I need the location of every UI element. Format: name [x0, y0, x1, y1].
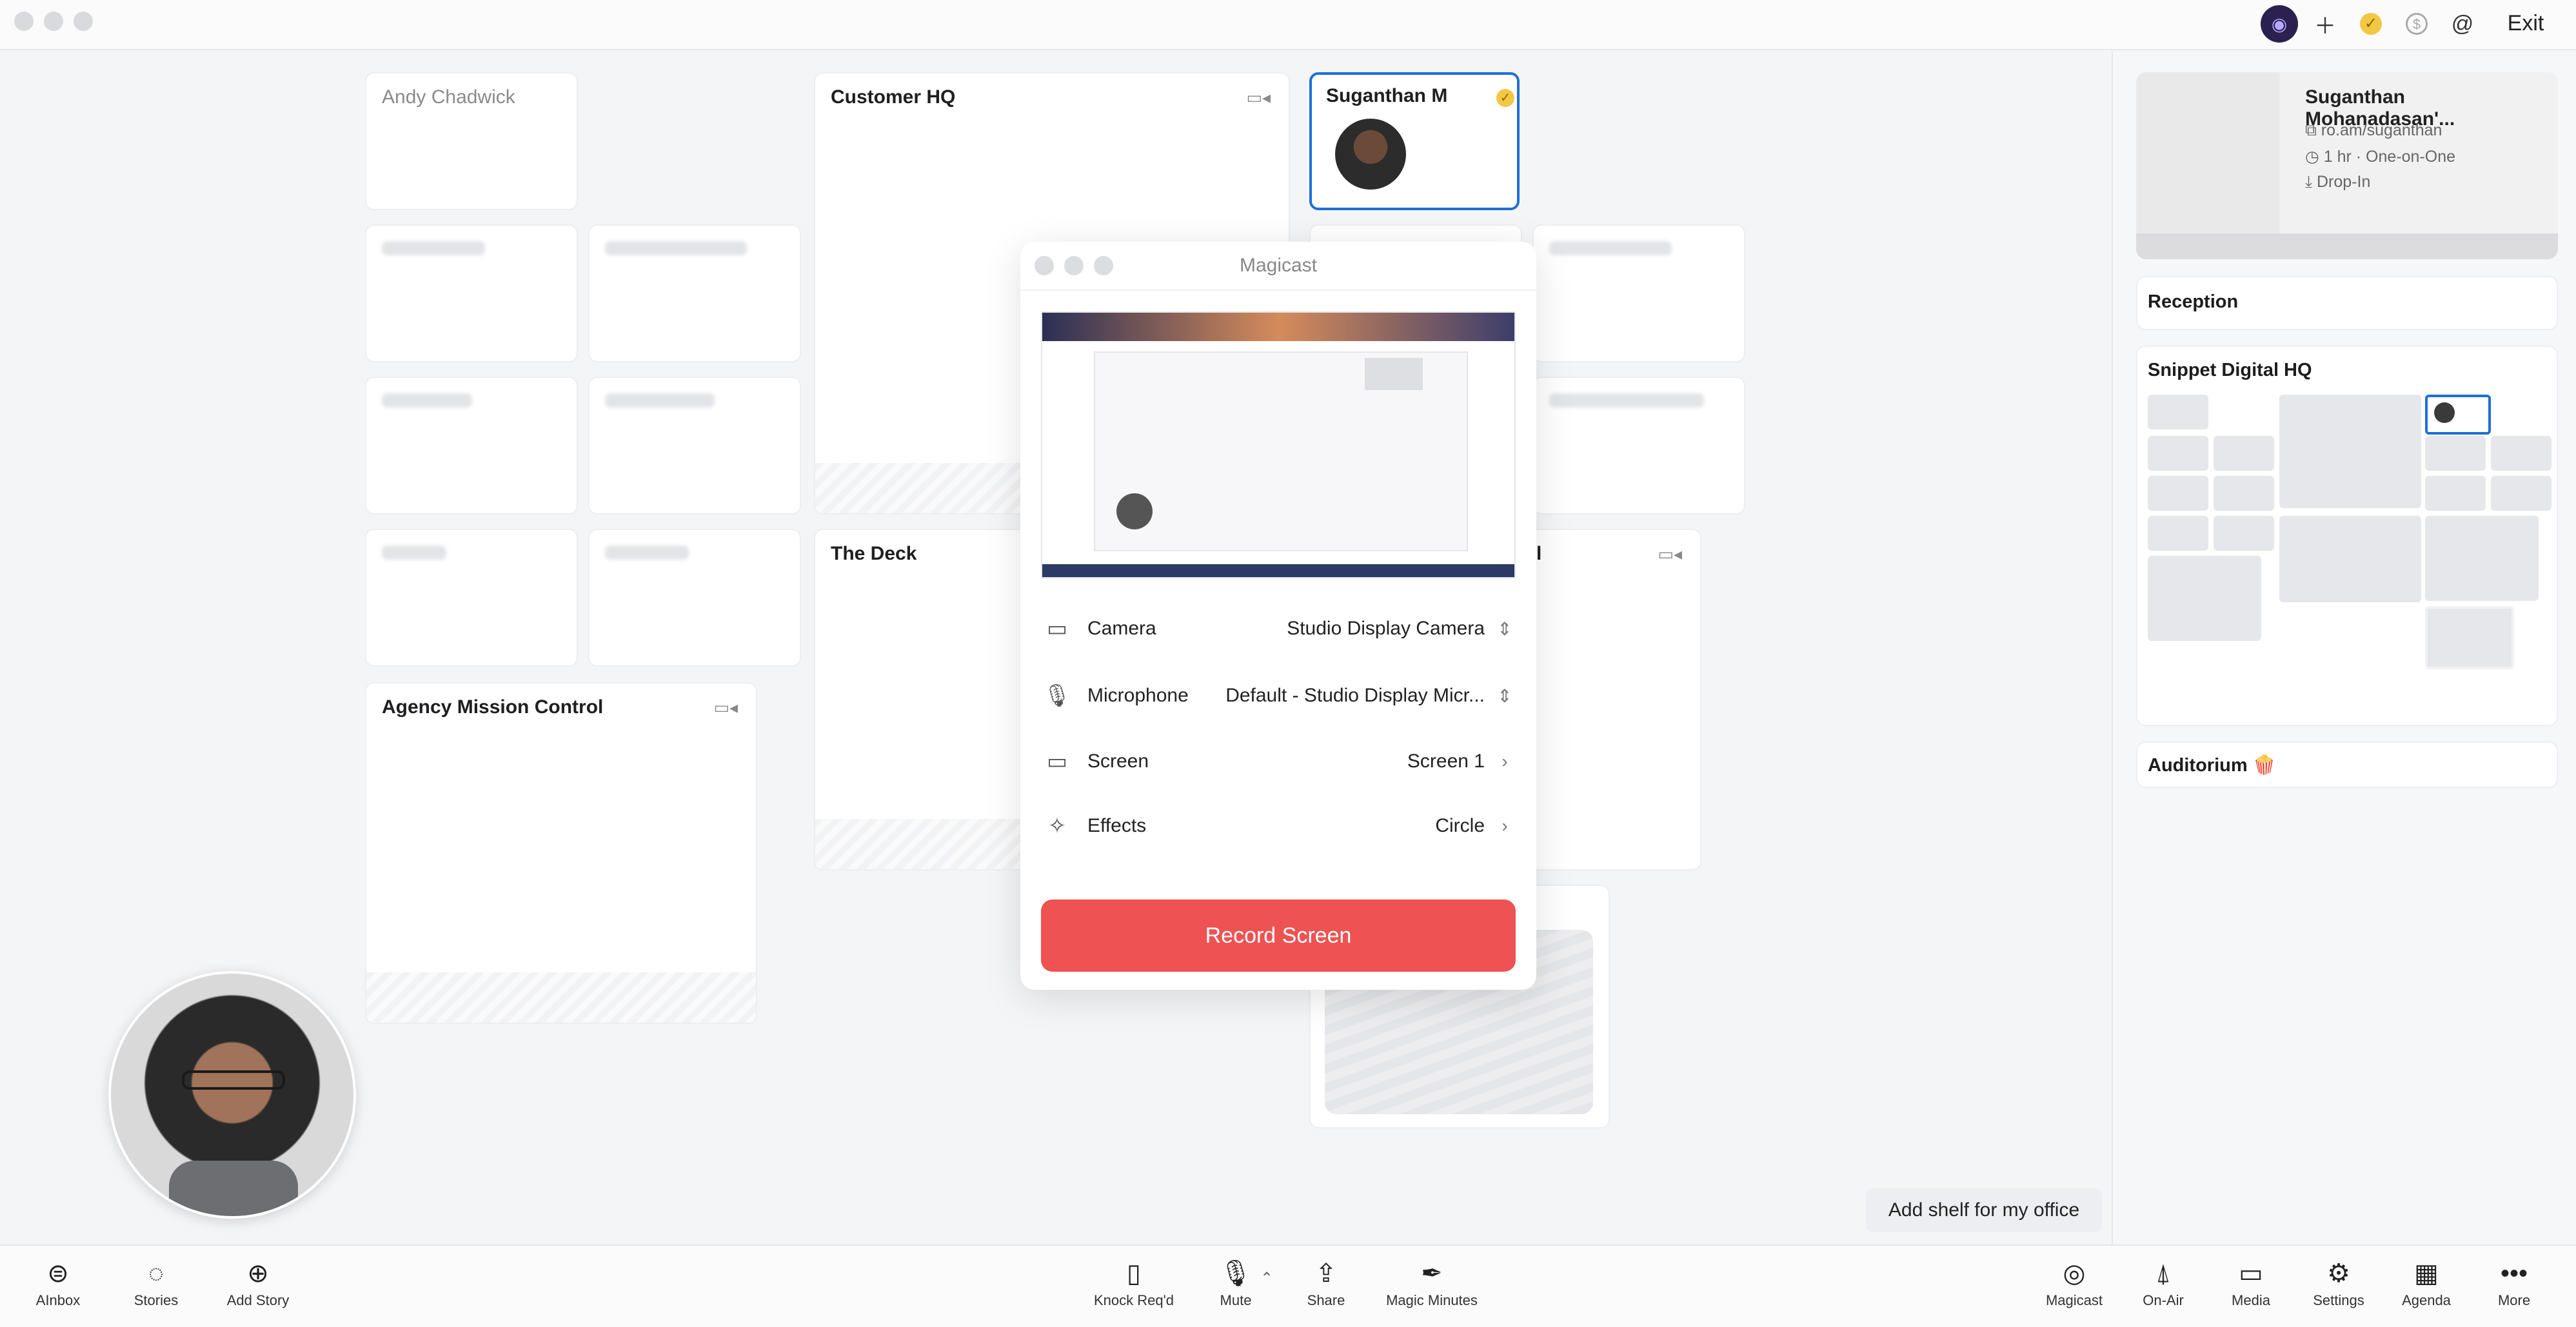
profile-dropin[interactable]: ⤓ Drop-In [2305, 173, 2370, 192]
auditorium-card[interactable]: Auditorium 🍿 [2136, 742, 2558, 788]
microphone-select[interactable]: Default - Studio Display Micr... [1225, 685, 1485, 707]
chevron-right-icon: › [1501, 816, 1508, 836]
ainbox-button[interactable]: ⊜ AInbox [6, 1257, 110, 1322]
window-close-button[interactable] [14, 12, 34, 31]
knock-required-button[interactable]: ▯ Knock Req'd [1082, 1257, 1185, 1322]
add-story-button[interactable]: ⊕ Add Story [206, 1257, 310, 1322]
avatar [1335, 119, 1406, 190]
room-name: The Deck [831, 543, 917, 564]
window-minimize-button[interactable] [44, 12, 63, 31]
chevron-right-icon: › [1501, 751, 1508, 771]
record-screen-button[interactable]: Record Screen [1041, 899, 1516, 972]
camera-select[interactable]: Studio Display Camera [1287, 618, 1485, 640]
room-suganthan-m[interactable]: Suganthan M ✓ [1309, 72, 1520, 210]
office-map-card[interactable]: Snippet Digital HQ [2136, 346, 2558, 726]
effects-row[interactable]: ✧ Effects Circle › [1041, 800, 1516, 852]
room-blurred[interactable] [365, 224, 578, 362]
room-blurred[interactable] [1532, 377, 1745, 515]
chevron-updown-icon: ⇕ [1497, 685, 1512, 706]
panel-title: Magicast [1239, 255, 1318, 276]
avatar-icon[interactable]: ◉ [2261, 5, 2298, 43]
current-room-marker [2425, 395, 2491, 435]
mute-options-caret-icon[interactable]: ⌃ [1260, 1269, 1273, 1288]
room-name: l [1536, 543, 1542, 564]
verified-badge-icon: ✓ [1496, 89, 1514, 107]
window-zoom-button[interactable] [74, 12, 93, 31]
effects-select[interactable]: Circle [1435, 815, 1485, 837]
spiral-icon[interactable]: @ [2444, 5, 2481, 43]
right-sidebar: Suganthan Mohanadasan'... ⧉ ro.am/sugant… [2112, 52, 2576, 1244]
exit-button[interactable]: Exit [2495, 5, 2557, 41]
verified-badge-icon[interactable]: ✓ [2352, 5, 2390, 43]
screen-row[interactable]: ▭ Screen Screen 1 › [1041, 736, 1516, 787]
more-button[interactable]: ••• More [2462, 1257, 2566, 1322]
self-video-bubble[interactable] [108, 971, 356, 1219]
room-blurred[interactable] [1532, 224, 1745, 362]
camera-row[interactable]: ▭ Camera Studio Display Camera ⇕ [1041, 603, 1516, 654]
room-blurred[interactable] [588, 377, 801, 515]
microphone-row[interactable]: 🎙 Microphone Default - Studio Display Mi… [1041, 670, 1516, 722]
effects-icon: ✧ [1047, 814, 1067, 838]
mute-button[interactable]: 🎙 Mute [1184, 1257, 1287, 1322]
screen-select[interactable]: Screen 1 [1407, 751, 1485, 772]
door-icon: ▯ [1126, 1259, 1141, 1288]
microphone-icon: 🎙 [1043, 683, 1071, 708]
share-button[interactable]: ⇪ Share [1274, 1257, 1378, 1322]
magicast-icon: ◎ [2063, 1259, 2086, 1288]
title-bar: ◉ ＋ ✓ $ @ Exit [0, 0, 2576, 50]
camera-icon: ▭ [1046, 616, 1068, 641]
more-dots-icon: ••• [2500, 1259, 2528, 1288]
stories-icon: ◌ [148, 1259, 164, 1288]
screen-preview [1041, 311, 1516, 578]
camera-icon: ▭◂ [713, 698, 738, 717]
room-name: Customer HQ [831, 86, 956, 108]
room-name: Andy Chadwick [382, 86, 515, 108]
add-shelf-button[interactable]: Add shelf for my office [1866, 1188, 2102, 1232]
room-andy-chadwick[interactable]: Andy Chadwick [365, 72, 578, 210]
add-circle-icon: ⊕ [247, 1259, 269, 1288]
room-agency-mission-control[interactable]: Agency Mission Control ▭◂ [365, 682, 757, 1024]
share-icon: ⇪ [1315, 1259, 1337, 1288]
room-blurred[interactable] [365, 529, 578, 667]
camera-icon: ▭◂ [1246, 88, 1271, 107]
inbox-icon: ⊜ [47, 1259, 69, 1288]
reception-card[interactable]: Reception [2136, 276, 2558, 330]
profile-card[interactable]: Suganthan Mohanadasan'... ⧉ ro.am/sugant… [2136, 72, 2558, 259]
room-blurred[interactable] [588, 529, 801, 667]
room-blurred[interactable] [588, 224, 801, 362]
stories-button[interactable]: ◌ Stories [104, 1257, 208, 1322]
camera-icon: ▭◂ [1658, 544, 1682, 564]
profile-meeting[interactable]: ◷ 1 hr · One-on-One [2305, 147, 2455, 166]
magicast-button[interactable]: ◎ Magicast [2023, 1257, 2126, 1322]
magic-minutes-button[interactable]: ✒ Magic Minutes [1380, 1257, 1483, 1322]
quill-icon: ✒ [1421, 1259, 1443, 1288]
monitor-icon: ▭ [1046, 749, 1068, 774]
chevron-updown-icon: ⇕ [1497, 618, 1512, 639]
room-name: Suganthan M [1326, 85, 1448, 106]
room-name: Agency Mission Control [382, 696, 604, 718]
magicast-panel: Magicast ▭ Camera Studio Display Camera … [1020, 242, 1536, 990]
plus-icon[interactable]: ＋ [2306, 5, 2344, 43]
coin-icon[interactable]: $ [2398, 5, 2435, 43]
room-blurred[interactable] [365, 377, 578, 515]
profile-link[interactable]: ⧉ ro.am/suganthan [2305, 121, 2442, 140]
